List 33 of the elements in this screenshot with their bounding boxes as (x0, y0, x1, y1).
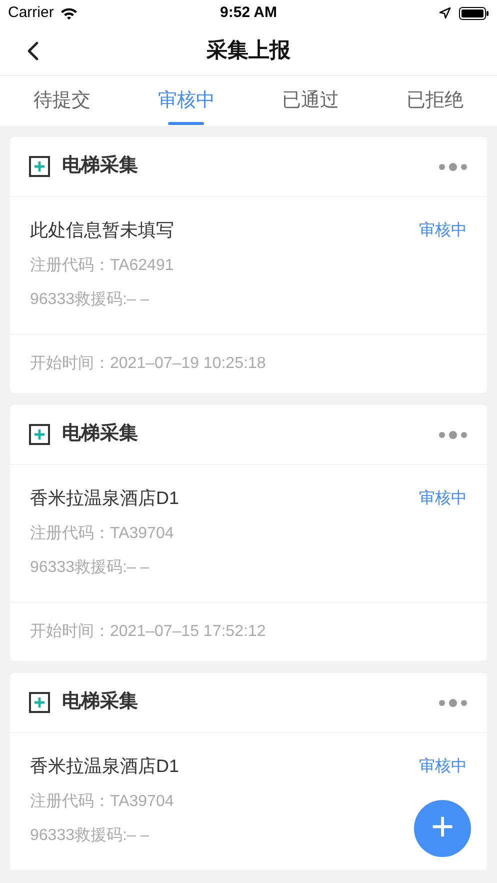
elevator-name: 香米拉温泉酒店D1 (30, 755, 180, 778)
rescue-code: 96333救援码:– – (30, 290, 150, 310)
card-title: 电梯采集 (62, 690, 138, 714)
start-time: 开始时间：2021–07–19 10:25:18 (30, 354, 266, 374)
tab[interactable]: 待提交 (0, 76, 124, 126)
status-label: 审核中 (419, 756, 467, 776)
location-arrow-icon (439, 7, 451, 19)
tab[interactable]: 已通过 (248, 76, 373, 126)
chevron-left-icon (27, 41, 39, 61)
elevator-card[interactable]: 电梯采集 此处信息暂未填写 审核中 注册代码：TA62491 96333救援码:– – 开始时间：2021–07–19 10:25:18 (10, 137, 487, 393)
status-label: 审核中 (419, 488, 467, 508)
plus-square-icon (29, 424, 50, 445)
tab[interactable]: 已拒绝 (372, 76, 497, 126)
plus-square-icon (29, 692, 50, 713)
rescue-code: 96333救援码:– – (30, 826, 150, 846)
tab[interactable]: 审核中 (124, 76, 248, 126)
wifi-icon (60, 6, 78, 20)
registration-code: 注册代码：TA62491 (30, 256, 174, 276)
card-title: 电梯采集 (62, 154, 138, 178)
registration-code: 注册代码：TA39704 (30, 524, 174, 544)
registration-code: 注册代码：TA39704 (30, 792, 174, 812)
rescue-code: 96333救援码:– – (30, 558, 150, 578)
start-time: 开始时间：2021–07–15 17:52:12 (30, 622, 266, 642)
carrier-name: Carrier (8, 2, 54, 23)
battery-icon (459, 6, 489, 20)
status-time: 9:52 AM (220, 2, 277, 23)
card-title: 电梯采集 (62, 422, 138, 446)
page-title: 采集上报 (206, 38, 290, 64)
status-label: 审核中 (419, 220, 467, 240)
elevator-name: 香米拉温泉酒店D1 (30, 487, 180, 510)
elevator-card[interactable]: 电梯采集 香米拉温泉酒店D1 审核中 注册代码：TA39704 96333救援码:– – 开始时间：2021–07–15 17:52:12 (10, 405, 487, 661)
elevator-name: 此处信息暂未填写 (30, 219, 174, 242)
plus-square-icon (29, 156, 50, 177)
